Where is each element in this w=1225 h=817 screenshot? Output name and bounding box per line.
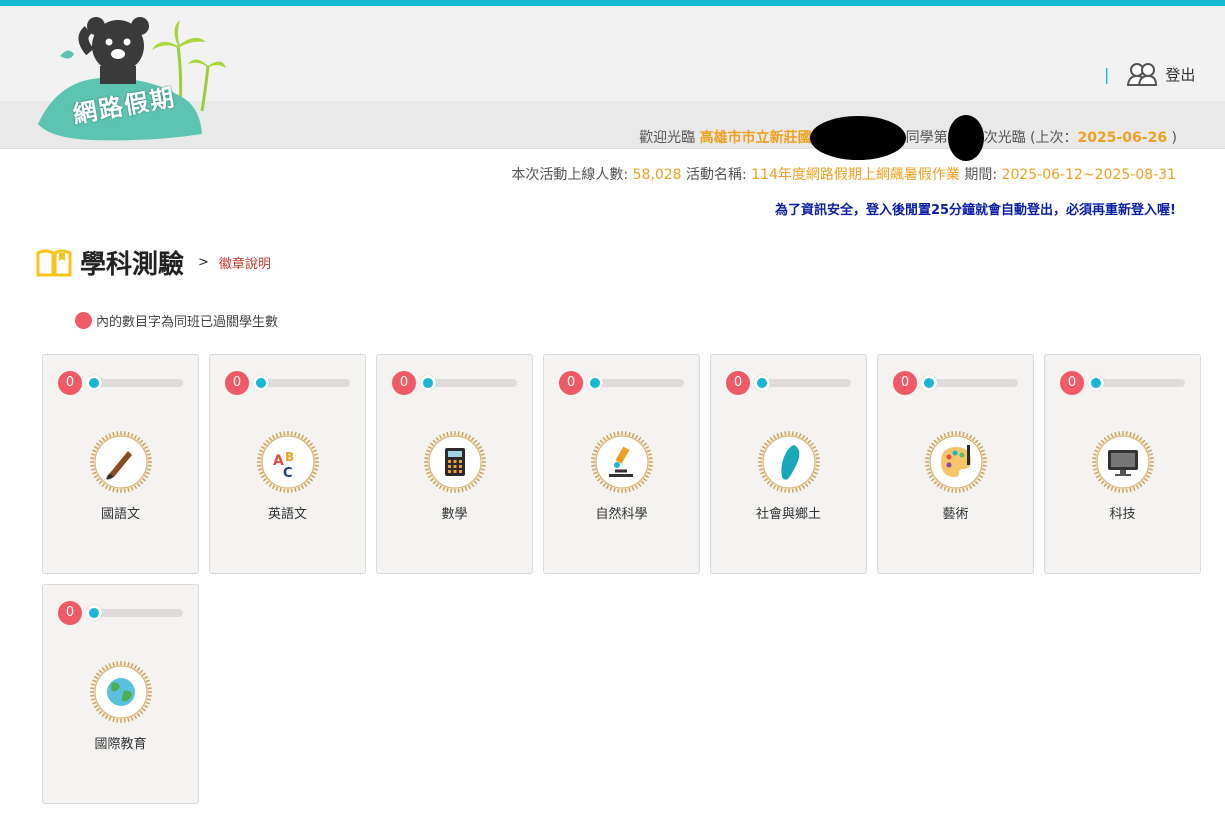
taiwan-map-icon [758, 431, 820, 493]
activity-name: 114年度網路假期上網飆暑假作業 [751, 167, 960, 183]
progress-knob [1088, 375, 1104, 391]
subject-card[interactable]: 0 科技 [1044, 354, 1201, 574]
subject-card[interactable]: 0 國際教育 [42, 584, 199, 804]
student-text: 同學第 [905, 130, 948, 146]
passed-count-badge: 0 [225, 371, 249, 395]
site-logo[interactable] [30, 16, 230, 146]
subject-card[interactable]: 0 藝術 [877, 354, 1034, 574]
progress-knob [587, 375, 603, 391]
calculator-icon [424, 431, 486, 493]
progress-knob [420, 375, 436, 391]
page-title: 學科測驗 [80, 250, 185, 280]
passed-count-badge: 0 [392, 371, 416, 395]
passed-count-badge: 0 [58, 601, 82, 625]
passed-count-badge: 0 [559, 371, 583, 395]
last-visit-date: 2025-06-26 [1077, 130, 1168, 146]
redaction [809, 116, 906, 160]
subject-card[interactable]: 0 社會與鄉土 [710, 354, 867, 574]
visit-text: 次光臨 (上次： [983, 130, 1078, 146]
progress-knob [86, 605, 102, 621]
globe-icon [90, 661, 152, 723]
welcome-message: 歡迎光臨 高雄市市立新莊國 同學第 次光臨 (上次：2025-06-26 ) [639, 115, 1177, 161]
security-warning: 為了資訊安全，登入後閒置25分鐘就會自動登出，必須再重新登入喔! [774, 203, 1176, 218]
book-icon [36, 249, 72, 276]
period-label: 期間: [964, 167, 998, 183]
subject-card[interactable]: 0 國語文 [42, 354, 199, 574]
red-dot-icon [75, 312, 92, 329]
subject-name: 國語文 [100, 507, 140, 522]
badge-info-link[interactable]: 徽章說明 [219, 253, 271, 272]
svg-text:C: C [283, 466, 293, 481]
paintbrush-icon [90, 431, 152, 493]
monitor-icon [1092, 431, 1154, 493]
welcome-close: ) [1167, 130, 1177, 146]
subject-name: 國際教育 [94, 737, 147, 752]
breadcrumb-arrow: > [198, 255, 209, 270]
redaction [947, 115, 984, 161]
subject-name: 藝術 [942, 507, 969, 522]
progress-knob [921, 375, 937, 391]
divider: | [1104, 64, 1110, 84]
legend-text: 內的數目字為同班已過關學生數 [96, 315, 279, 330]
activity-info: 本次活動上線人數: 58,028 活動名稱: 114年度網路假期上網飆暑假作業 … [511, 164, 1176, 184]
subject-card[interactable]: 0 數學 [376, 354, 533, 574]
bear-logo-icon [38, 17, 226, 141]
passed-count-badge: 0 [58, 371, 82, 395]
welcome-prefix: 歡迎光臨 [639, 130, 696, 146]
passed-count-badge: 0 [1060, 371, 1084, 395]
abc-letters-icon: A BC [257, 431, 319, 493]
subject-name: 自然科學 [595, 507, 648, 522]
school-name: 高雄市市立新莊國 [699, 130, 812, 146]
progress-knob [253, 375, 269, 391]
passed-count-badge: 0 [726, 371, 750, 395]
activity-label: 活動名稱: [686, 167, 747, 183]
logout-button[interactable]: | 登出 [1104, 62, 1195, 86]
subject-card[interactable]: 0 自然科學 [543, 354, 700, 574]
subject-name: 英語文 [267, 507, 307, 522]
svg-text:B: B [285, 450, 294, 464]
subject-name: 數學 [441, 507, 468, 522]
legend: 內的數目字為同班已過關學生數 [75, 311, 278, 330]
subject-name: 科技 [1109, 507, 1136, 522]
progress-knob [86, 375, 102, 391]
progress-knob [754, 375, 770, 391]
logout-label: 登出 [1165, 65, 1196, 84]
section-header: 學科測驗 > 徽章說明 [36, 244, 271, 281]
period-value: 2025-06-12~2025-08-31 [1001, 167, 1176, 183]
users-icon [1127, 63, 1158, 86]
online-count: 58,028 [632, 167, 682, 183]
passed-count-badge: 0 [893, 371, 917, 395]
subject-card[interactable]: 0 ABC 英語文 [209, 354, 366, 574]
microscope-icon [591, 431, 653, 493]
online-label: 本次活動上線人數: [511, 167, 629, 183]
palette-icon [925, 431, 987, 493]
subject-name: 社會與鄉土 [755, 507, 821, 522]
